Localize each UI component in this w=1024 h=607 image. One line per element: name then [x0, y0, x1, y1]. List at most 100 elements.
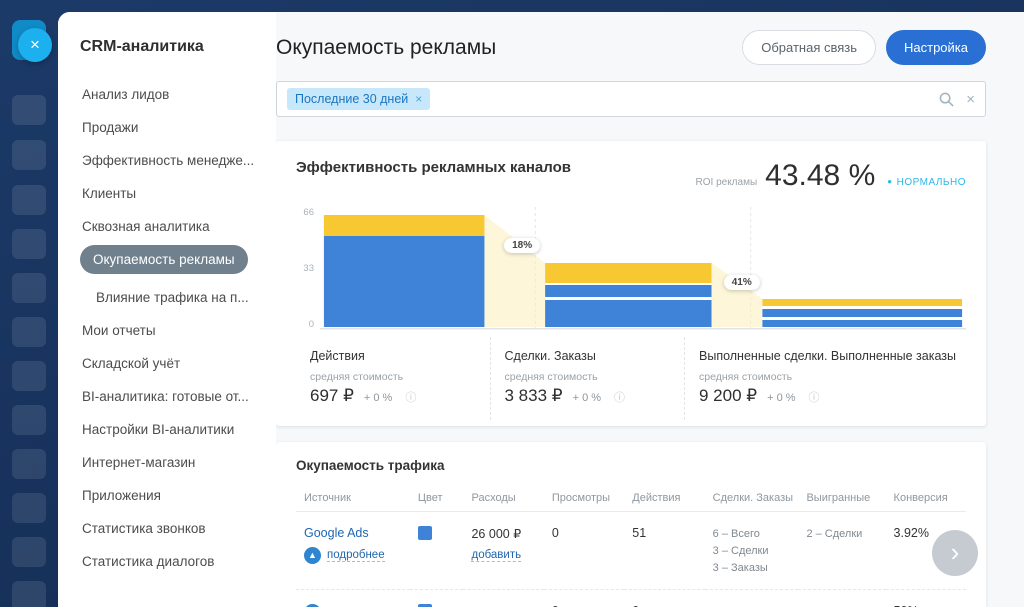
- sidebar-item-ad-payback[interactable]: Окупаемость рекламы: [80, 245, 248, 274]
- sidebar-item-manager-efficiency[interactable]: Эффективность менедже...: [80, 144, 266, 177]
- conversion-badge-2: 41%: [724, 275, 760, 290]
- roi-label: ROI рекламы: [696, 177, 758, 188]
- stage-delta: + 0 %: [364, 392, 392, 404]
- deals-orders: 3 – Заказы: [713, 560, 791, 577]
- actions-value: 0: [624, 590, 704, 607]
- conversion-badge-1: 18%: [504, 238, 540, 253]
- col-source: Источник: [296, 485, 410, 512]
- stage-delta: + 0 %: [767, 392, 795, 404]
- background-app-icon: [12, 361, 46, 391]
- traffic-card-title: Окупаемость трафика: [276, 458, 986, 485]
- sidebar-item-clients[interactable]: Клиенты: [80, 177, 266, 210]
- background-app-icon: [12, 317, 46, 347]
- source-link-google-ads[interactable]: Google Ads: [304, 526, 369, 540]
- funnel-chart: 66 33 0: [296, 207, 966, 337]
- filter-chip-last-30-days[interactable]: Последние 30 дней ×: [287, 88, 430, 110]
- stage-actions[interactable]: Действия средняя стоимость 697 ₽ + 0 % ⓘ: [296, 337, 490, 420]
- stage-name: Сделки. Заказы: [505, 349, 675, 364]
- sidebar-item-bi-analytics-reports[interactable]: BI-аналитика: готовые от...: [80, 380, 266, 413]
- background-app-icon: [12, 140, 46, 170]
- stage-cost-label: средняя стоимость: [505, 371, 675, 383]
- clear-filter-icon[interactable]: ×: [966, 91, 975, 108]
- channel-efficiency-card: Эффективность рекламных каналов ROI рекл…: [276, 141, 986, 426]
- next-page-arrow-button[interactable]: ›: [932, 530, 978, 576]
- col-views: Просмотры: [544, 485, 624, 512]
- stage-cost: 3 833 ₽: [505, 386, 563, 406]
- stage-cost: 9 200 ₽: [699, 386, 757, 406]
- stage-name: Действия: [310, 349, 480, 364]
- stage-cost: 697 ₽: [310, 386, 354, 406]
- background-app-icon: [12, 493, 46, 523]
- sidebar-item-lead-analysis[interactable]: Анализ лидов: [80, 78, 266, 111]
- y-tick: 0: [309, 319, 314, 330]
- background-app-strip: [0, 0, 58, 607]
- stage-cost-label: средняя стоимость: [310, 371, 480, 383]
- info-icon: ⓘ: [405, 389, 416, 405]
- page-title: Окупаемость рекламы: [276, 36, 496, 60]
- google-ads-icon: ▲: [304, 547, 321, 564]
- background-app-icon: [12, 185, 46, 215]
- sidebar-item-my-reports[interactable]: Мои отчеты: [80, 314, 266, 347]
- source-color-swatch[interactable]: [418, 526, 432, 540]
- background-app-icon: [12, 537, 46, 567]
- table-row: Google Ads ▲ подробнее 26 000 ₽ добавить…: [296, 512, 966, 590]
- background-app-icon: [12, 229, 46, 259]
- background-app-icon: [12, 405, 46, 435]
- stage-completed-deals[interactable]: Выполненные сделки. Выполненные заказы с…: [684, 337, 966, 420]
- funnel-stage-stats: Действия средняя стоимость 697 ₽ + 0 % ⓘ…: [296, 337, 966, 420]
- sidebar-title: CRM-аналитика: [80, 38, 266, 56]
- sidebar: CRM-аналитика Анализ лидов Продажи Эффек…: [58, 12, 276, 607]
- stage-deals-orders[interactable]: Сделки. Заказы средняя стоимость 3 833 ₽…: [490, 337, 685, 420]
- card-title: Эффективность рекламных каналов: [296, 159, 571, 176]
- settings-button[interactable]: Настройка: [886, 30, 986, 65]
- chip-close-icon[interactable]: ×: [415, 92, 422, 106]
- background-app-icon: [12, 449, 46, 479]
- sidebar-item-bi-settings[interactable]: Настройки BI-аналитики: [80, 413, 266, 446]
- roi-status-badge: НОРМАЛЬНО: [887, 177, 966, 188]
- y-tick: 66: [303, 207, 314, 218]
- sidebar-item-sales[interactable]: Продажи: [80, 111, 266, 144]
- filter-search-bar[interactable]: Последние 30 дней × ×: [276, 81, 986, 117]
- traffic-table: Источник Цвет Расходы Просмотры Действия…: [296, 485, 966, 607]
- sidebar-item-end-to-end-analytics[interactable]: Сквозная аналитика: [80, 210, 266, 243]
- views-value: 0: [544, 512, 624, 590]
- stage-name: Выполненные сделки. Выполненные заказы: [699, 349, 956, 364]
- conversion-value: 50%: [886, 590, 966, 607]
- col-deals: Сделки. Заказы: [705, 485, 799, 512]
- info-icon: ⓘ: [809, 389, 820, 405]
- stage-delta: + 0 %: [573, 392, 601, 404]
- sidebar-item-call-statistics[interactable]: Статистика звонков: [80, 512, 266, 545]
- background-app-icon: [12, 95, 46, 125]
- roi-value: 43.48 %: [765, 159, 875, 193]
- table-row: В ВКонтакте 10 000 ₽ добавить 0 0 2 –: [296, 590, 966, 607]
- sidebar-item-dialog-statistics[interactable]: Статистика диалогов: [80, 545, 266, 578]
- col-conversion: Конверсия: [886, 485, 966, 512]
- traffic-payback-card: Окупаемость трафика Источник Цвет Расход…: [276, 442, 986, 607]
- col-color: Цвет: [410, 485, 464, 512]
- deals-deals: 3 – Сделки: [713, 543, 791, 560]
- chevron-right-icon: ›: [951, 537, 960, 567]
- sidebar-item-online-store[interactable]: Интернет-магазин: [80, 446, 266, 479]
- deals-total: 6 – Всего: [713, 526, 791, 543]
- col-actions: Действия: [624, 485, 704, 512]
- main-content: Окупаемость рекламы Обратная связь Настр…: [276, 12, 1024, 607]
- details-link[interactable]: подробнее: [327, 549, 385, 562]
- expenses-value: 26 000 ₽: [471, 526, 535, 541]
- sidebar-item-inventory[interactable]: Складской учёт: [80, 347, 266, 380]
- funnel-bars[interactable]: [320, 207, 966, 337]
- col-expenses: Расходы: [463, 485, 543, 512]
- add-expenses-link[interactable]: добавить: [471, 549, 521, 562]
- sidebar-item-applications[interactable]: Приложения: [80, 479, 266, 512]
- search-icon[interactable]: [939, 92, 954, 107]
- close-panel-button[interactable]: ×: [18, 28, 52, 62]
- stage-cost-label: средняя стоимость: [699, 371, 956, 383]
- won-value: 2 – Сделки: [806, 526, 877, 543]
- col-won: Выигранные: [798, 485, 885, 512]
- page-header: Окупаемость рекламы Обратная связь Настр…: [276, 30, 986, 65]
- y-tick: 33: [303, 263, 314, 274]
- sidebar-item-traffic-influence[interactable]: Влияние трафика на п...: [94, 281, 266, 314]
- filter-chip-label: Последние 30 дней: [295, 92, 408, 106]
- close-icon: ×: [30, 35, 40, 54]
- background-app-icon: [12, 581, 46, 607]
- feedback-button[interactable]: Обратная связь: [742, 30, 876, 65]
